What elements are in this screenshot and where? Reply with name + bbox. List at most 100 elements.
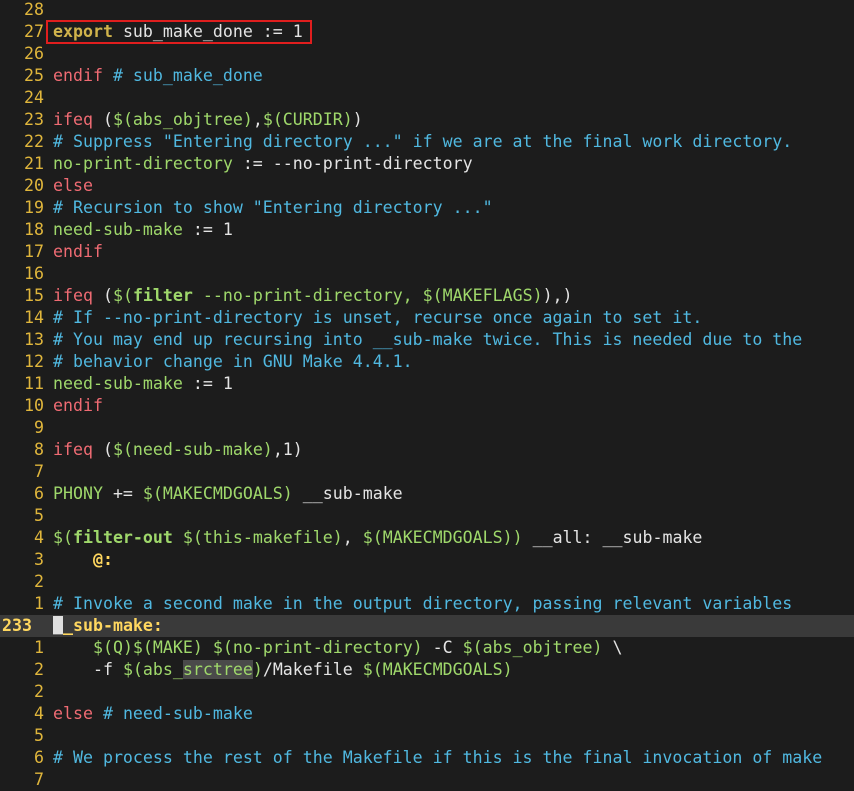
code-line[interactable]: 25 endif # sub_make_done — [0, 65, 854, 87]
code-token: += — [102, 484, 143, 503]
code-token: # Recursion to show "Entering directory … — [53, 198, 493, 217]
line-code: endif — [53, 395, 103, 417]
line-number: 233 — [2, 616, 32, 635]
line-code: else # need-sub-make — [53, 703, 253, 725]
code-line[interactable]: 3 @: — [0, 549, 854, 571]
code-token: ifeq — [53, 286, 93, 305]
line-number: 1 — [34, 638, 44, 657]
code-token: srctree — [182, 660, 253, 679]
code-token: else — [53, 704, 93, 723]
code-line[interactable]: 21 no-print-directory := --no-print-direc… — [0, 153, 854, 175]
code-token: := 1 — [182, 374, 233, 393]
code-line[interactable]: 4 $(filter-out $(this-makefile), $(MAKECM… — [0, 527, 854, 549]
code-token: $(MAKECMDGOALS) — [362, 660, 513, 679]
code-line[interactable]: 20 else — [0, 175, 854, 197]
line-code: ifeq ($(abs_objtree),$(CURDIR)) — [53, 109, 363, 131]
code-line[interactable]: 7 — [0, 769, 854, 791]
code-line[interactable]: 22 # Suppress "Entering directory ..." if… — [0, 131, 854, 153]
code-line[interactable]: 5 — [0, 725, 854, 747]
code-token: # If --no-print-directory is unset, recu… — [53, 308, 703, 327]
code-token: --no-print-directory, — [192, 286, 423, 305]
code-line[interactable]: 4 else # need-sub-make — [0, 703, 854, 725]
code-line[interactable]: 1 # Invoke a second make in the output di… — [0, 593, 854, 615]
line-number: 21 — [24, 154, 44, 173]
code-line[interactable]: 17 endif — [0, 241, 854, 263]
code-token: $(MAKEFLAGS) — [422, 286, 543, 305]
line-code: endif — [53, 241, 103, 263]
code-line[interactable]: 23 ifeq ($(abs_objtree),$(CURDIR)) — [0, 109, 854, 131]
line-code: ifeq ($(need-sub-make),1) — [53, 439, 303, 461]
code-token: $(need-sub-make) — [112, 440, 273, 459]
line-number: 27 — [24, 22, 44, 41]
code-token: need-sub-make — [53, 374, 183, 393]
code-token: _sub-make: — [63, 616, 163, 635]
code-token: # We process the rest of the Makefile if… — [53, 748, 823, 767]
code-token: -C — [422, 638, 463, 657]
code-line[interactable]: 2 -f $(abs_srctree)/Makefile $(MAKECMDGO… — [0, 659, 854, 681]
line-code: # Invoke a second make in the output dir… — [53, 593, 792, 615]
line-code: $(Q)$(MAKE) $(no-print-directory) -C $(a… — [53, 637, 623, 659]
code-line[interactable]: 7 — [0, 461, 854, 483]
code-token: endif — [53, 242, 103, 261]
line-code: PHONY += $(MAKECMDGOALS) __sub-make — [53, 483, 403, 505]
line-number: 20 — [24, 176, 44, 195]
code-line[interactable]: 19 # Recursion to show "Entering director… — [0, 197, 854, 219]
code-line[interactable]: 12 # behavior change in GNU Make 4.4.1. — [0, 351, 854, 373]
code-line[interactable]: 5 — [0, 505, 854, 527]
code-line[interactable]: 8 ifeq ($(need-sub-make),1) — [0, 439, 854, 461]
code-token: := --no-print-directory — [232, 154, 473, 173]
line-number: 4 — [34, 528, 44, 547]
line-number: 23 — [24, 110, 44, 129]
code-line[interactable]: 24 — [0, 87, 854, 109]
current-line[interactable]: 233 __sub-make: — [0, 615, 854, 637]
line-code: # You may end up recursing into __sub-ma… — [53, 329, 802, 351]
code-token: __all: __sub-make — [522, 528, 703, 547]
code-line[interactable]: 16 — [0, 263, 854, 285]
code-token: # behavior change in GNU Make 4.4.1. — [53, 352, 413, 371]
line-code: # Suppress "Entering directory ..." if w… — [53, 131, 792, 153]
line-number: 2 — [34, 572, 44, 591]
code-token: $(Q)$(MAKE) — [92, 638, 203, 657]
line-number: 28 — [24, 0, 44, 19]
code-token: ifeq — [53, 110, 93, 129]
code-editor[interactable]: 7 6 # We process the rest of the Makefile … — [0, 0, 854, 789]
code-line[interactable]: 2 — [0, 571, 854, 593]
code-line[interactable]: 14 # If --no-print-directory is unset, re… — [0, 307, 854, 329]
code-token: @: — [53, 550, 113, 569]
line-number: 26 — [24, 44, 44, 63]
code-line[interactable]: 28 — [0, 0, 854, 21]
highlight-box — [46, 20, 312, 44]
line-number: 7 — [34, 770, 44, 789]
line-number: 14 — [24, 308, 44, 327]
code-line[interactable]: 2 — [0, 681, 854, 703]
code-line[interactable]: 18 need-sub-make := 1 — [0, 219, 854, 241]
code-token: ) — [252, 660, 263, 679]
code-token: \ — [602, 638, 623, 657]
code-token: $(abs_ — [122, 660, 183, 679]
line-number: 24 — [24, 88, 44, 107]
code-line[interactable]: 13 # You may end up recursing into __sub-… — [0, 329, 854, 351]
code-token: ) — [352, 110, 363, 129]
code-line[interactable]: 6 PHONY += $(MAKECMDGOALS) __sub-make — [0, 483, 854, 505]
code-line[interactable]: 9 — [0, 417, 854, 439]
code-line[interactable]: 11 need-sub-make := 1 — [0, 373, 854, 395]
line-code: __sub-make: — [53, 615, 163, 637]
code-token: ( — [92, 440, 113, 459]
line-number: 6 — [34, 484, 44, 503]
code-token: # You may end up recursing into __sub-ma… — [53, 330, 803, 349]
code-token: no-print-directory — [53, 154, 233, 173]
line-number: 4 — [34, 704, 44, 723]
line-number: 10 — [24, 396, 44, 415]
line-number: 15 — [24, 286, 44, 305]
code-line[interactable]: 1 $(Q)$(MAKE) $(no-print-directory) -C $… — [0, 637, 854, 659]
code-token: PHONY — [53, 484, 103, 503]
line-number: 12 — [24, 352, 44, 371]
line-number: 17 — [24, 242, 44, 261]
code-line[interactable]: 10 endif — [0, 395, 854, 417]
code-line[interactable]: 6 # We process the rest of the Makefile i… — [0, 747, 854, 769]
code-line[interactable]: 26 — [0, 43, 854, 65]
code-line[interactable]: 15 ifeq ($(filter --no-print-directory, $… — [0, 285, 854, 307]
line-number: 5 — [34, 726, 44, 745]
